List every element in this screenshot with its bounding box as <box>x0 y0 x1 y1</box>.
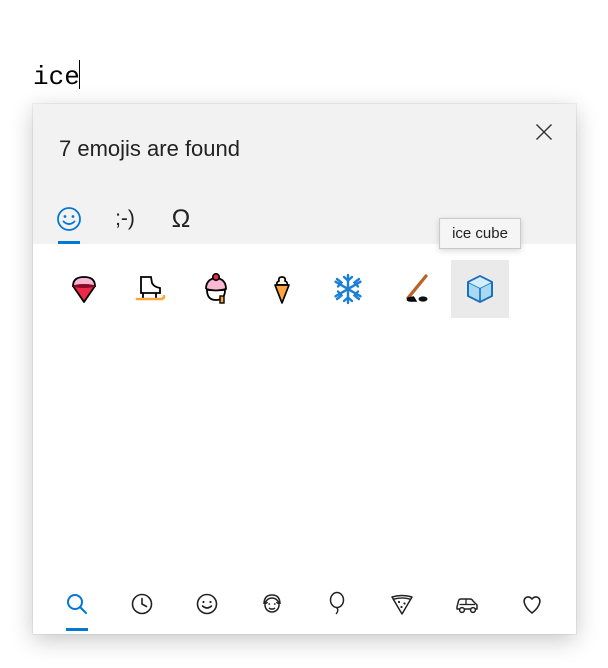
kaomoji-tab[interactable]: ;-) <box>97 194 153 244</box>
smile-icon <box>56 206 82 232</box>
text-input[interactable]: ice <box>33 60 80 92</box>
snowflake-icon <box>331 272 365 306</box>
top-tabs: ;-) Ω <box>41 194 209 244</box>
result-count-label: 7 emojis are found <box>59 136 240 162</box>
symbols-tab[interactable]: Ω <box>153 194 209 244</box>
pizza-icon <box>389 592 415 616</box>
search-icon <box>65 592 89 616</box>
ice-cube-icon <box>463 272 497 306</box>
emoji-ice-cream[interactable] <box>187 260 245 318</box>
close-button[interactable] <box>524 112 564 152</box>
clock-icon <box>130 592 154 616</box>
caret <box>79 60 80 89</box>
heart-icon <box>520 593 544 615</box>
ice-cream-icon <box>199 272 233 306</box>
nav-food[interactable] <box>376 573 428 635</box>
input-value: ice <box>33 62 80 92</box>
emoji-ice-hockey[interactable] <box>385 260 443 318</box>
nav-recent[interactable] <box>116 573 168 635</box>
smile-icon <box>195 592 219 616</box>
close-icon <box>535 123 553 141</box>
nav-smileys[interactable] <box>181 573 233 635</box>
tooltip: ice cube <box>439 218 521 249</box>
ice-skate-icon <box>132 271 168 307</box>
emoji-snowflake[interactable] <box>319 260 377 318</box>
tooltip-label: ice cube <box>452 225 508 242</box>
nav-search[interactable] <box>51 573 103 635</box>
emoji-ice-cube[interactable]: ice cube <box>451 260 509 318</box>
emoji-tab[interactable] <box>41 194 97 244</box>
emoji-shaved-ice[interactable] <box>55 260 113 318</box>
car-icon <box>453 593 481 615</box>
emoji-results: ice cube <box>33 244 576 572</box>
emoji-panel: 7 emojis are found ;-) Ω <box>33 104 576 634</box>
person-icon <box>259 591 285 617</box>
nav-hearts[interactable] <box>506 573 558 635</box>
nav-travel[interactable] <box>441 573 493 635</box>
ice-hockey-icon <box>396 271 432 307</box>
shaved-ice-icon <box>67 272 101 306</box>
emoji-soft-ice[interactable] <box>253 260 311 318</box>
nav-party[interactable] <box>311 573 363 635</box>
bottom-nav <box>33 572 576 634</box>
nav-people[interactable] <box>246 573 298 635</box>
kaomoji-icon: ;-) <box>115 207 135 231</box>
balloon-icon <box>326 591 348 617</box>
emoji-ice-skate[interactable] <box>121 260 179 318</box>
soft-ice-icon <box>266 271 298 307</box>
omega-icon: Ω <box>172 205 191 234</box>
